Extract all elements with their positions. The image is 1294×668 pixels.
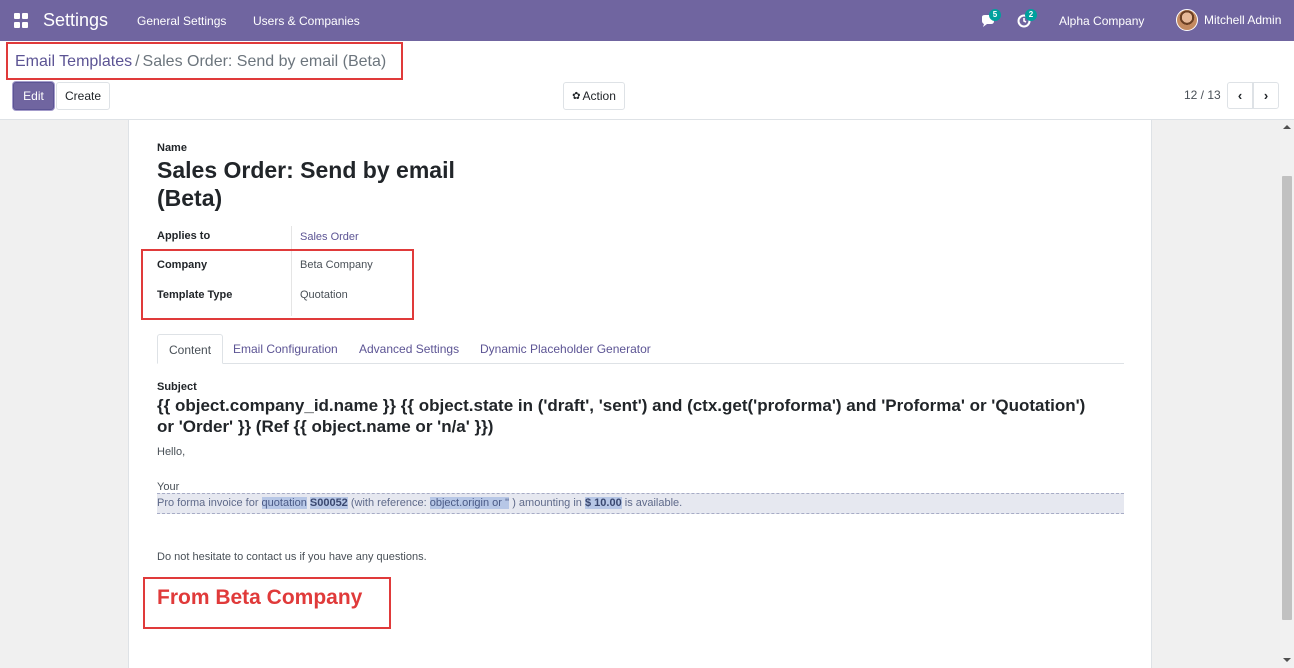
proforma-number: S00052	[309, 497, 348, 509]
user-menu[interactable]: Mitchell Admin	[1176, 9, 1281, 31]
activity-clock-icon[interactable]: 2	[1016, 9, 1037, 29]
record-name-line2: (Beta)	[157, 185, 223, 211]
subject-line1: {{ object.company_id.name }} {{ object.s…	[157, 396, 1086, 415]
highlight-box-signature	[143, 577, 391, 629]
highlight-box-fields	[141, 249, 414, 320]
proforma-quotation: quotation	[261, 497, 307, 509]
chevron-right-icon: ›	[1263, 88, 1269, 103]
form-sheet: Name Sales Order: Send by email (Beta) A…	[128, 120, 1152, 668]
proforma-amount: $ 10.00	[584, 497, 622, 509]
proforma-ref-close: ) amounting in	[509, 497, 585, 509]
record-name-line1: Sales Order: Send by email	[157, 157, 455, 183]
proforma-ref-open: (with reference:	[350, 497, 430, 509]
pager-value[interactable]: 12 / 13	[1184, 88, 1221, 102]
top-navbar: Settings General Settings Users & Compan…	[0, 0, 1294, 41]
chat-badge: 5	[989, 9, 1001, 21]
vertical-scrollbar[interactable]	[1280, 120, 1294, 668]
menu-general-settings[interactable]: General Settings	[137, 14, 226, 28]
edit-button[interactable]: Edit	[13, 82, 54, 110]
control-panel: Email Templates / Sales Order: Send by ema…	[0, 41, 1294, 120]
subject-value: {{ object.company_id.name }} {{ object.s…	[157, 395, 1127, 437]
user-name: Mitchell Admin	[1204, 13, 1282, 27]
highlight-box-breadcrumb	[6, 42, 403, 80]
proforma-prefix: Pro forma invoice for	[157, 497, 262, 509]
body-contact: Do not hesitate to contact us if you hav…	[157, 551, 427, 563]
notebook-tabs: Content Email Configuration Advanced Set…	[157, 334, 1124, 364]
proforma-ref-value: object.origin or ''	[429, 497, 510, 509]
subject-line2: or 'Order' }} (Ref {{ object.name or 'n/…	[157, 417, 494, 436]
pager-previous-button[interactable]: ‹	[1227, 82, 1253, 109]
scroll-down-arrow-icon[interactable]	[1283, 658, 1291, 662]
tab-dynamic-placeholder-generator[interactable]: Dynamic Placeholder Generator	[469, 334, 662, 364]
company-switcher[interactable]: Alpha Company	[1059, 14, 1144, 28]
chevron-left-icon: ‹	[1237, 88, 1243, 103]
chat-icon[interactable]: 5	[980, 9, 1001, 29]
gear-icon: ✿	[572, 90, 581, 102]
create-button[interactable]: Create	[56, 82, 110, 110]
name-caption: Name	[157, 142, 187, 154]
tab-advanced-settings[interactable]: Advanced Settings	[348, 334, 470, 364]
tab-email-configuration[interactable]: Email Configuration	[222, 334, 349, 364]
proforma-line: Pro forma invoice for quotation S00052 (…	[157, 493, 1124, 514]
action-button[interactable]: ✿ Action	[563, 82, 625, 110]
pager-next-button[interactable]: ›	[1253, 82, 1279, 109]
activity-badge: 2	[1025, 9, 1037, 21]
body-hello: Hello,	[157, 446, 186, 458]
menu-users-companies[interactable]: Users & Companies	[253, 14, 360, 28]
scroll-thumb[interactable]	[1282, 176, 1292, 620]
apps-menu-icon[interactable]	[14, 13, 29, 28]
app-title[interactable]: Settings	[43, 10, 108, 31]
avatar	[1176, 9, 1198, 31]
applies-to-value[interactable]: Sales Order	[300, 231, 359, 243]
applies-to-label: Applies to	[157, 230, 211, 242]
scroll-up-arrow-icon[interactable]	[1283, 125, 1291, 129]
body-your: Your	[157, 481, 180, 493]
subject-caption: Subject	[157, 381, 197, 393]
action-label: Action	[582, 89, 616, 103]
proforma-suffix: is available.	[621, 497, 683, 509]
record-name: Sales Order: Send by email (Beta)	[157, 156, 487, 212]
tab-content[interactable]: Content	[157, 334, 224, 364]
